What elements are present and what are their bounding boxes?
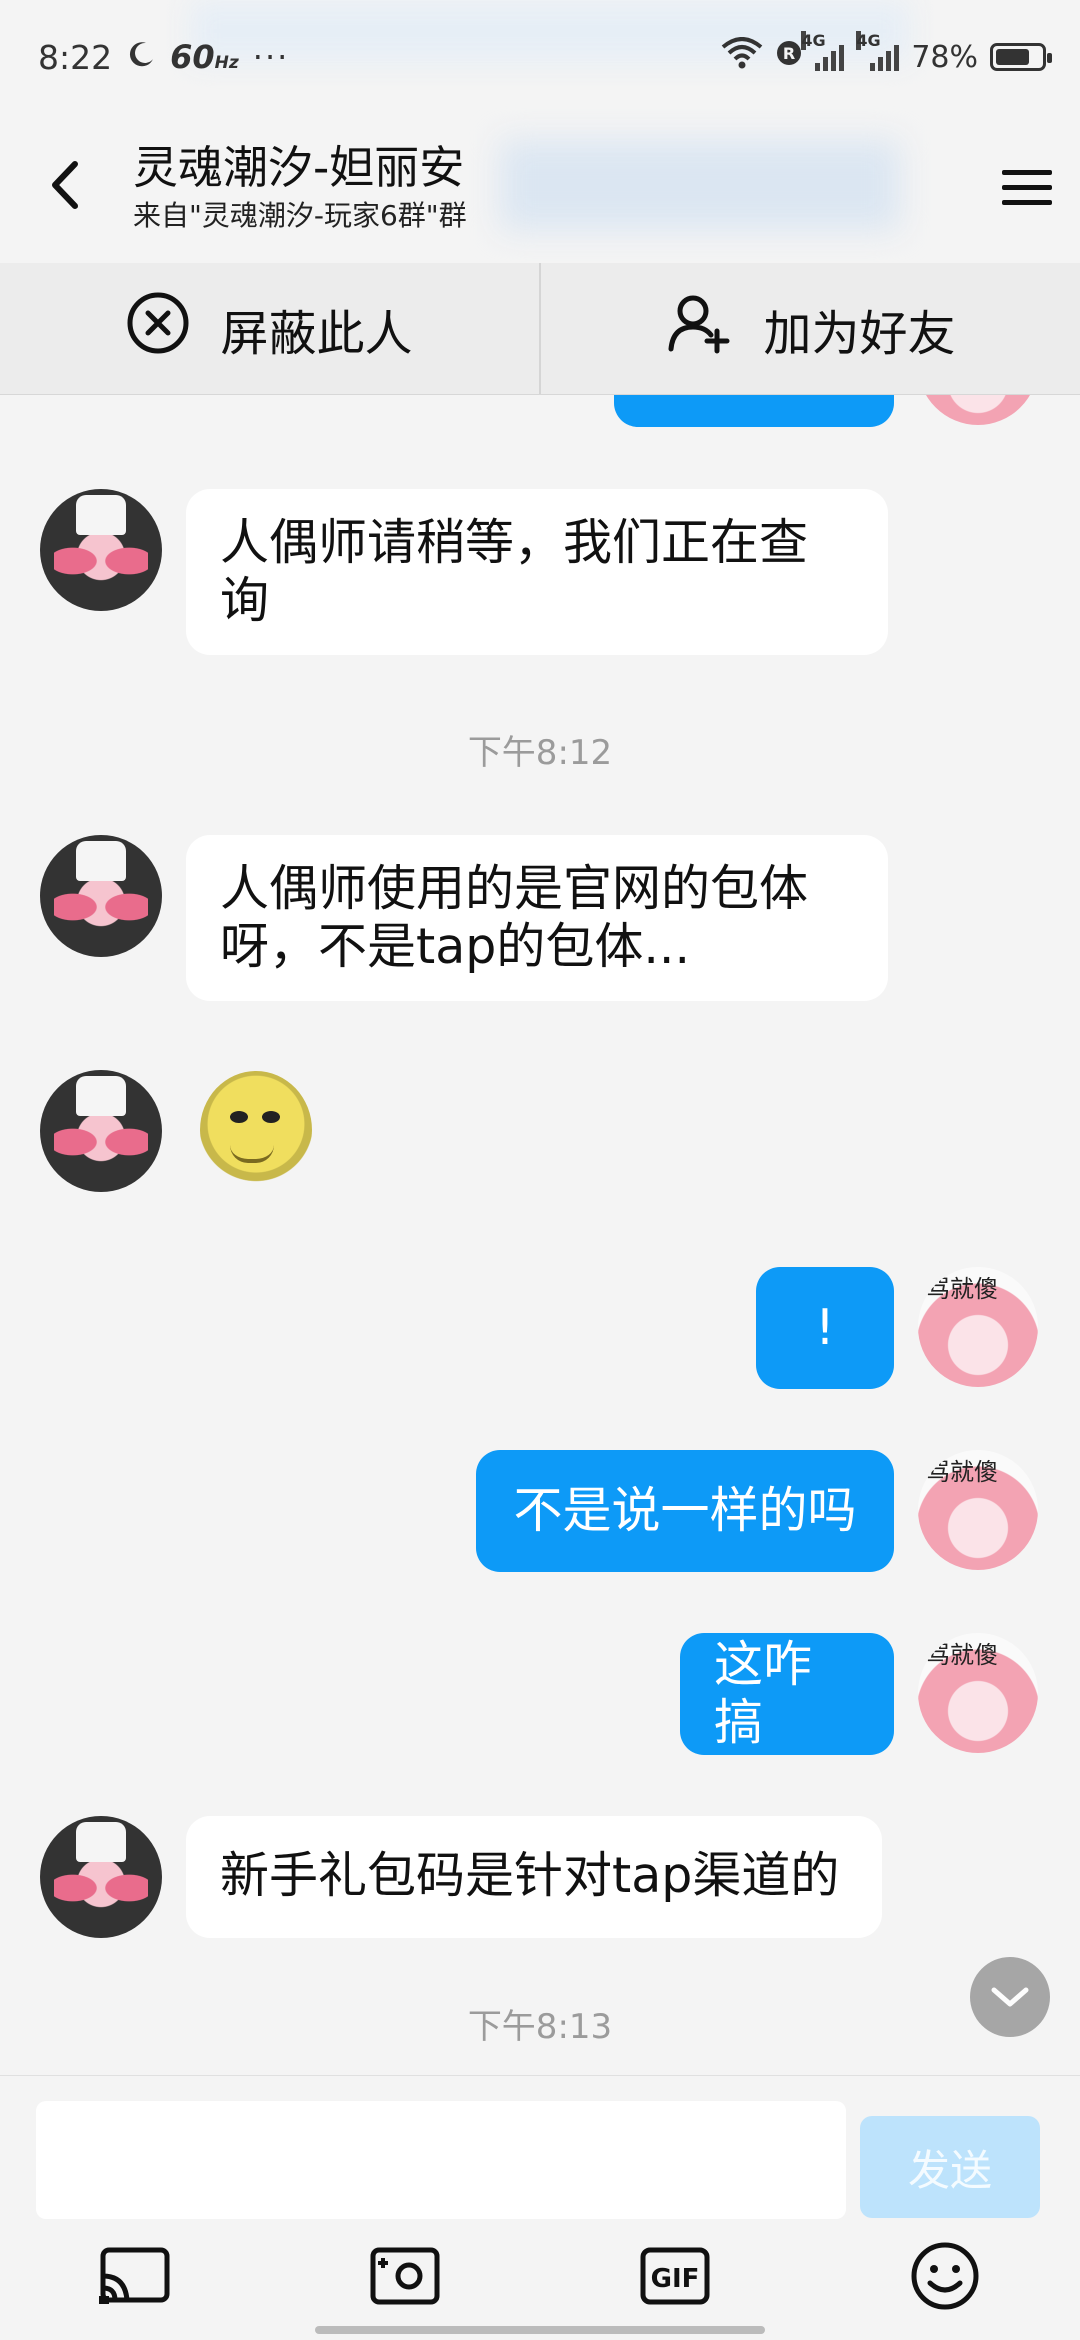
roaming-icon: R: [775, 39, 803, 75]
battery-percent: 78%: [911, 39, 978, 75]
wifi-icon: [721, 37, 763, 77]
title-bar: 灵魂潮汐-妲丽安 来自"灵魂潮汐-玩家6群"群: [0, 110, 1080, 263]
block-label: 屏蔽此人: [220, 305, 413, 362]
contact-name: 灵魂潮汐-妲丽安: [133, 141, 465, 194]
chat-screen: 8:22 60Hz ··· R 4G 4G 78% 灵魂潮汐-妲丽安 来自"灵魂…: [0, 0, 1080, 2340]
add-friend-button[interactable]: 加为好友: [539, 263, 1080, 394]
svg-text:GIF: GIF: [651, 2264, 700, 2294]
stranger-action-bar: 屏蔽此人 加为好友: [0, 263, 1080, 395]
laughing-face-sticker: [200, 1071, 312, 1189]
conversation-title[interactable]: 灵魂潮汐-妲丽安 来自"灵魂潮汐-玩家6群"群: [133, 140, 467, 236]
message-bubble-incoming[interactable]: 新手礼包码是针对tap渠道的: [186, 1816, 882, 1938]
my-avatar[interactable]: 骂就傻: [918, 1267, 1038, 1387]
contact-avatar[interactable]: [40, 1816, 162, 1938]
menu-icon[interactable]: [992, 152, 1062, 222]
message-bubble-outgoing[interactable]: 不是说一样的吗: [476, 1450, 894, 1572]
status-bar: 8:22 60Hz ··· R 4G 4G 78%: [0, 0, 1080, 110]
message-timestamp: 下午8:13: [467, 2007, 613, 2047]
signal-icon: 4G: [801, 31, 845, 71]
message-input[interactable]: [36, 2101, 846, 2219]
message-bubble-outgoing[interactable]: [614, 395, 894, 427]
contact-avatar[interactable]: [40, 835, 162, 957]
composer: 发送 GIF: [0, 2075, 1080, 2340]
message-bubble-incoming[interactable]: 人偶师使用的是官网的包体呀，不是tap的包体...: [186, 835, 888, 1001]
group-source: 来自"灵魂潮汐-玩家6群"群: [133, 199, 467, 232]
message-bubble-incoming[interactable]: 人偶师请稍等，我们正在查询: [186, 489, 888, 655]
status-time: 8:22: [38, 37, 113, 77]
add-person-icon: [665, 291, 733, 367]
message-list[interactable]: 人偶师请稍等，我们正在查询 下午8:12 人偶师使用的是官网的包体呀，不是tap…: [0, 395, 1080, 2075]
home-indicator[interactable]: [315, 2326, 765, 2334]
photo-camera-icon[interactable]: [365, 2236, 445, 2316]
message-bubble-outgoing[interactable]: 这咋搞: [680, 1633, 894, 1755]
my-avatar[interactable]: [918, 395, 1038, 425]
my-avatar[interactable]: 骂就傻: [918, 1633, 1038, 1753]
svg-text:R: R: [783, 44, 795, 63]
emoji-icon[interactable]: [905, 2236, 985, 2316]
battery-icon: [990, 43, 1052, 71]
composer-toolbar: GIF: [0, 2236, 1080, 2316]
refresh-rate: 60Hz: [170, 38, 239, 76]
send-button[interactable]: 发送: [860, 2116, 1040, 2218]
message-bubble-outgoing[interactable]: !: [756, 1267, 894, 1389]
contact-avatar[interactable]: [40, 1070, 162, 1192]
cast-screen-icon[interactable]: [95, 2236, 175, 2316]
sticker-message[interactable]: [186, 1065, 320, 1201]
my-avatar[interactable]: 骂就傻: [918, 1450, 1038, 1570]
back-arrow-icon[interactable]: [30, 150, 100, 220]
gif-icon[interactable]: GIF: [635, 2236, 715, 2316]
block-user-button[interactable]: 屏蔽此人: [0, 263, 539, 394]
chevron-down-icon: [991, 1987, 1029, 2007]
battery-fill: [996, 49, 1029, 65]
message-timestamp: 下午8:12: [467, 733, 613, 773]
more-indicator: ···: [252, 38, 290, 76]
contact-avatar[interactable]: [40, 489, 162, 611]
add-friend-label: 加为好友: [763, 305, 956, 362]
redacted-area: [500, 140, 900, 230]
signal-icon: 4G: [856, 31, 900, 71]
scroll-to-bottom-button[interactable]: [970, 1957, 1050, 2037]
block-icon: [126, 291, 190, 367]
moon-icon: [126, 38, 156, 77]
